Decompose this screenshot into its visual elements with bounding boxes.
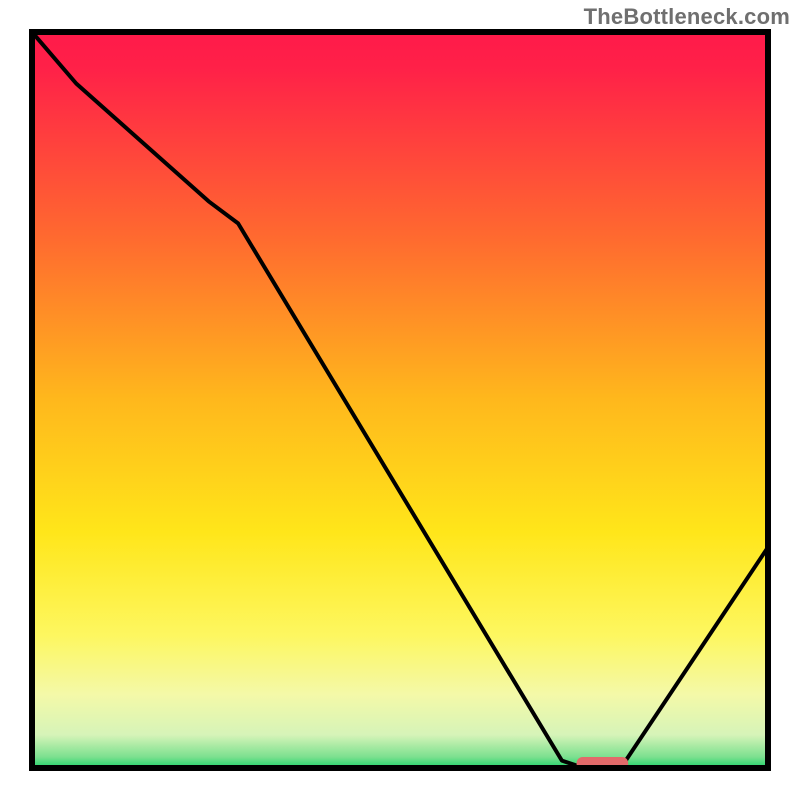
- chart-container: { "watermark": "TheBottleneck.com", "cha…: [0, 0, 800, 800]
- watermark-text: TheBottleneck.com: [584, 4, 790, 30]
- bottleneck-chart: [0, 0, 800, 800]
